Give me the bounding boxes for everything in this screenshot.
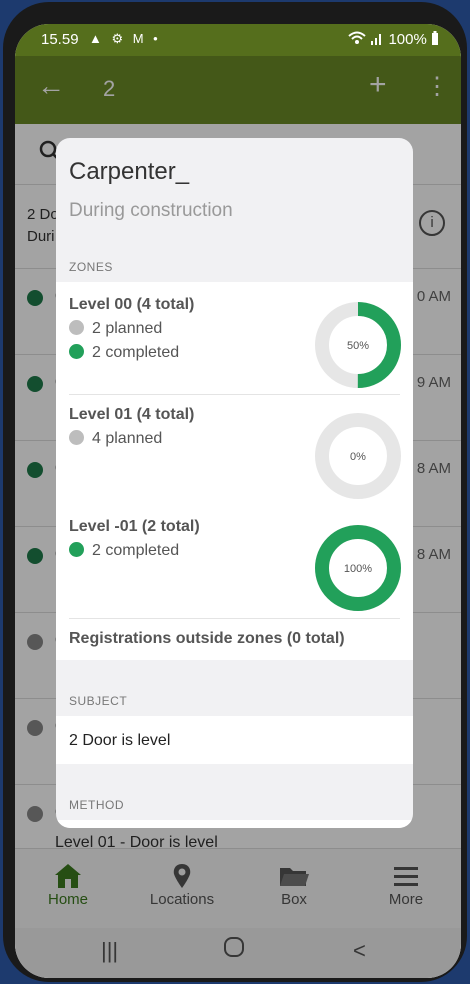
battery-percent: 100%	[388, 31, 427, 48]
subject-box: 2 Door is level	[56, 716, 413, 764]
method-section-header: METHOD	[69, 798, 124, 812]
zones-section-header: ZONES	[69, 260, 113, 274]
dialog-subtitle: During construction	[69, 200, 233, 221]
method-box	[56, 820, 413, 828]
zone-completed: 2 completed	[69, 344, 179, 362]
divider	[69, 618, 400, 619]
signal-icon	[371, 34, 382, 45]
notification-icons: ▲ ⚙ M •	[89, 31, 161, 46]
zone-name: Level -01 (2 total)	[69, 518, 200, 535]
progress-label: 50%	[347, 340, 369, 352]
subject-value: 2 Door is level	[69, 732, 171, 749]
wifi-icon	[348, 31, 366, 44]
progress-label: 0%	[350, 451, 366, 463]
progress-donut: 0%	[315, 413, 401, 499]
status-bar: 15.59 ▲ ⚙ M • 100%	[15, 24, 461, 56]
zone-name: Level 01 (4 total)	[69, 406, 195, 423]
zone-planned: 4 planned	[69, 430, 162, 448]
zone-completed: 2 completed	[69, 542, 179, 560]
dialog-title: Carpenter_	[69, 158, 190, 185]
zone-level-01[interactable]: Level 01 (4 total) 4 planned 0%	[56, 394, 413, 506]
progress-label: 100%	[344, 563, 372, 575]
status-right: 100%	[348, 31, 439, 48]
zones-card: Level 00 (4 total) 2 planned 2 completed…	[56, 282, 413, 660]
progress-donut: 100%	[315, 525, 401, 611]
zone-level-00[interactable]: Level 00 (4 total) 2 planned 2 completed…	[56, 282, 413, 394]
zone-planned: 2 planned	[69, 320, 162, 338]
progress-donut: 50%	[315, 302, 401, 388]
zone-name: Level 00 (4 total)	[69, 296, 195, 313]
battery-icon	[432, 31, 438, 45]
status-time: 15.59	[41, 31, 79, 48]
outside-zones-label[interactable]: Registrations outside zones (0 total)	[69, 630, 345, 648]
zone-level-minus-01[interactable]: Level -01 (2 total) 2 completed 100%	[56, 506, 413, 618]
subject-section-header: SUBJECT	[69, 694, 128, 708]
zone-summary-dialog: Carpenter_ During construction ZONES Lev…	[56, 138, 413, 828]
